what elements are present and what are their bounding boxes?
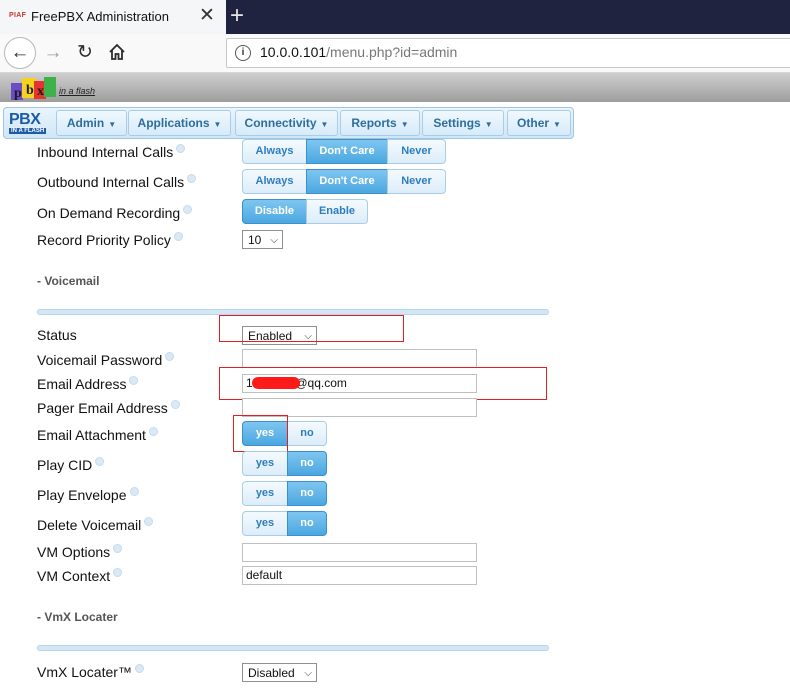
close-tab-icon[interactable]: ✕ bbox=[199, 5, 215, 27]
delete-voicemail-yes-button[interactable]: yes bbox=[242, 511, 288, 536]
pager-email-address-label: Pager Email Address bbox=[37, 400, 180, 416]
browser-tab-strip: PIAF FreePBX Administration ✕ + bbox=[0, 0, 790, 34]
reload-icon[interactable]: ↻ bbox=[69, 37, 101, 69]
help-icon[interactable] bbox=[187, 174, 197, 183]
menu-settings[interactable]: Settings ▼ bbox=[422, 110, 504, 136]
chevron-down-icon: ⌵ bbox=[270, 235, 278, 246]
help-icon[interactable] bbox=[113, 568, 123, 577]
help-icon[interactable] bbox=[129, 487, 139, 496]
record-priority-policy-label: Record Priority Policy bbox=[37, 232, 183, 248]
help-icon[interactable] bbox=[173, 232, 183, 241]
email-attachment-label: Email Attachment bbox=[37, 427, 158, 443]
site-info-icon[interactable]: i bbox=[235, 45, 251, 61]
inbound-never-button[interactable]: Never bbox=[387, 139, 446, 164]
vm-options-input[interactable] bbox=[242, 543, 477, 562]
help-icon[interactable] bbox=[176, 144, 186, 153]
caret-down-icon: ▼ bbox=[320, 120, 329, 129]
inbound-dont-care-button[interactable]: Don't Care bbox=[306, 139, 388, 164]
svg-text:x: x bbox=[37, 84, 44, 99]
delete-voicemail-no-button[interactable]: no bbox=[287, 511, 327, 536]
vmx-locater-select[interactable]: Disabled ⌵ bbox=[242, 663, 317, 682]
on-demand-recording-buttonset: Disable Enable bbox=[242, 199, 368, 224]
vm-context-input[interactable]: default bbox=[242, 566, 477, 585]
svg-text:b: b bbox=[26, 83, 34, 98]
menu-reports[interactable]: Reports ▼ bbox=[340, 110, 420, 136]
on-demand-recording-label: On Demand Recording bbox=[37, 205, 193, 221]
recording-enable-button[interactable]: Enable bbox=[306, 199, 368, 224]
piaf-banner: p b x in a flash bbox=[0, 73, 790, 102]
help-icon[interactable] bbox=[113, 544, 123, 553]
home-icon[interactable] bbox=[101, 37, 133, 69]
new-tab-icon[interactable]: + bbox=[230, 2, 244, 30]
status-label: Status bbox=[37, 327, 77, 343]
help-icon[interactable] bbox=[165, 352, 175, 361]
inbound-internal-calls-buttonset: Always Don't Care Never bbox=[242, 139, 446, 164]
vm-context-label: VM Context bbox=[37, 568, 123, 584]
forward-arrow-icon[interactable]: → bbox=[37, 37, 69, 69]
help-icon[interactable] bbox=[148, 427, 158, 436]
url-text: 10.0.0.101/menu.php?id=admin bbox=[260, 44, 458, 60]
outbound-never-button[interactable]: Never bbox=[387, 169, 446, 194]
annotation-box-status bbox=[219, 315, 404, 342]
outbound-dont-care-button[interactable]: Don't Care bbox=[306, 169, 388, 194]
play-cid-label: Play CID bbox=[37, 457, 105, 473]
voicemail-password-label: Voicemail Password bbox=[37, 352, 175, 368]
help-icon[interactable] bbox=[170, 400, 180, 409]
play-envelope-no-button[interactable]: no bbox=[287, 481, 327, 506]
outbound-internal-calls-label: Outbound Internal Calls bbox=[37, 174, 197, 190]
caret-down-icon: ▼ bbox=[400, 120, 409, 129]
play-cid-no-button[interactable]: no bbox=[287, 451, 327, 476]
play-cid-buttonset: yes no bbox=[242, 451, 327, 476]
menu-applications[interactable]: Applications ▼ bbox=[128, 110, 231, 136]
piaf-tagline: in a flash bbox=[59, 86, 96, 96]
annotation-box-email bbox=[219, 367, 547, 400]
recording-disable-button[interactable]: Disable bbox=[242, 199, 307, 224]
outbound-always-button[interactable]: Always bbox=[242, 169, 307, 194]
play-envelope-label: Play Envelope bbox=[37, 487, 139, 503]
help-icon[interactable] bbox=[183, 205, 193, 214]
vmx-locater-section-title[interactable]: - VmX Locater bbox=[37, 610, 118, 624]
main-menu-bar: PBX IN A FLASH Admin ▼ Applications ▼ Conn… bbox=[3, 107, 574, 139]
inbound-internal-calls-label: Inbound Internal Calls bbox=[37, 144, 186, 160]
play-envelope-yes-button[interactable]: yes bbox=[242, 481, 288, 506]
email-attachment-no-button[interactable]: no bbox=[287, 421, 327, 446]
delete-voicemail-label: Delete Voicemail bbox=[37, 517, 154, 533]
voicemail-password-input[interactable] bbox=[242, 349, 477, 368]
menu-admin[interactable]: Admin ▼ bbox=[56, 110, 127, 136]
play-envelope-buttonset: yes no bbox=[242, 481, 327, 506]
play-cid-yes-button[interactable]: yes bbox=[242, 451, 288, 476]
inbound-always-button[interactable]: Always bbox=[242, 139, 307, 164]
menu-connectivity[interactable]: Connectivity ▼ bbox=[235, 110, 338, 136]
delete-voicemail-buttonset: yes no bbox=[242, 511, 327, 536]
caret-down-icon: ▼ bbox=[108, 120, 117, 129]
vmx-locater-label: VmX Locater™ bbox=[37, 664, 144, 680]
help-icon[interactable] bbox=[134, 664, 144, 673]
email-address-label: Email Address bbox=[37, 376, 139, 392]
menu-other[interactable]: Other ▼ bbox=[507, 110, 571, 136]
record-priority-select[interactable]: 10 ⌵ bbox=[242, 230, 283, 249]
outbound-internal-calls-buttonset: Always Don't Care Never bbox=[242, 169, 446, 194]
help-icon[interactable] bbox=[144, 517, 154, 526]
voicemail-section-title[interactable]: - Voicemail bbox=[37, 274, 99, 288]
annotation-box-attachment bbox=[233, 415, 288, 452]
pbx-in-a-flash-logo: PBX IN A FLASH bbox=[9, 111, 47, 134]
help-icon[interactable] bbox=[129, 376, 139, 385]
tab-title: FreePBX Administration bbox=[31, 9, 170, 24]
section-divider bbox=[37, 645, 549, 651]
help-icon[interactable] bbox=[95, 457, 105, 466]
back-arrow-icon[interactable]: ← bbox=[4, 37, 36, 69]
tab-favicon-icon: PIAF bbox=[9, 12, 27, 19]
address-bar[interactable]: i 10.0.0.101/menu.php?id=admin bbox=[226, 38, 790, 68]
chevron-down-icon: ⌵ bbox=[304, 668, 312, 679]
svg-text:p: p bbox=[14, 86, 22, 101]
caret-down-icon: ▼ bbox=[213, 120, 222, 129]
caret-down-icon: ▼ bbox=[484, 120, 493, 129]
vm-options-label: VM Options bbox=[37, 544, 123, 560]
piaf-logo-icon: p b x bbox=[11, 77, 56, 101]
caret-down-icon: ▼ bbox=[553, 120, 561, 129]
browser-toolbar: ← → ↻ i 10.0.0.101/menu.php?id=admin bbox=[0, 34, 790, 73]
browser-tab-active[interactable]: PIAF FreePBX Administration ✕ bbox=[0, 0, 226, 34]
